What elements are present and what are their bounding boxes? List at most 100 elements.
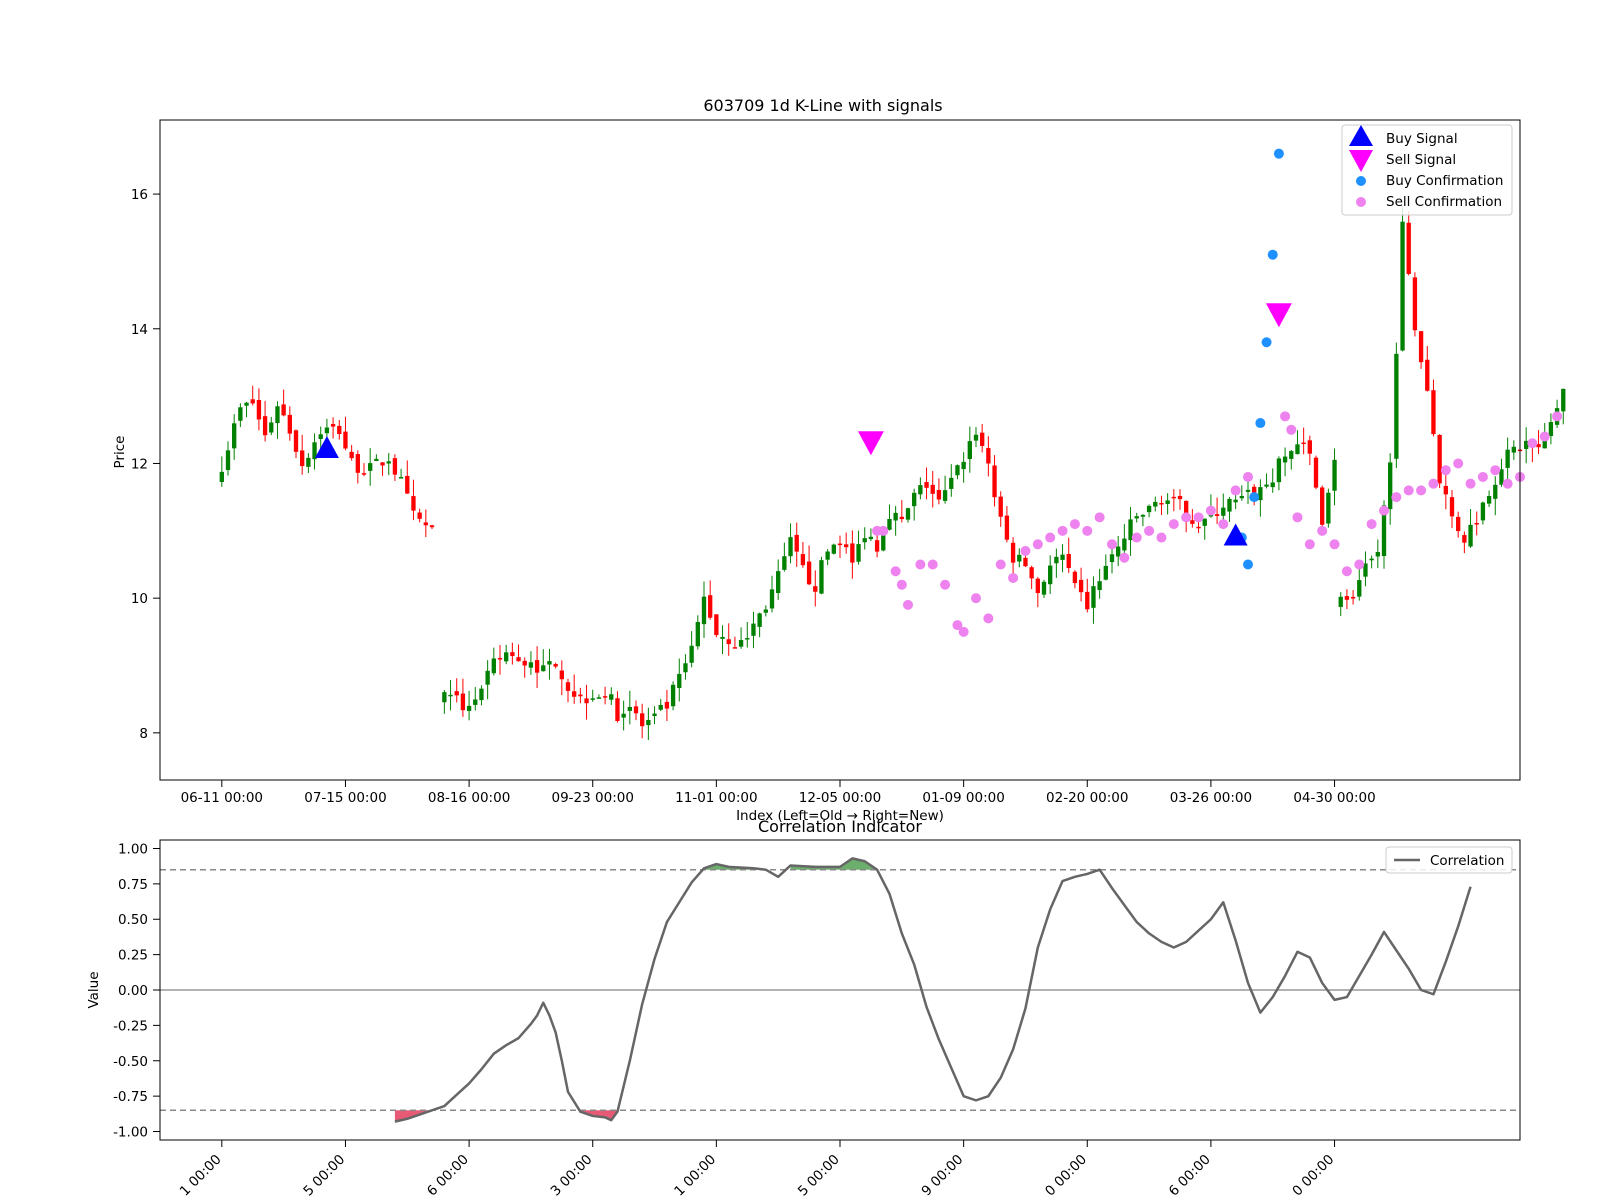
candle-body (1171, 496, 1176, 499)
correlation-x-tick-label: 0 00:00 (1042, 1152, 1090, 1200)
candle-body (992, 465, 997, 498)
candle-body (398, 477, 404, 479)
candle-body (429, 525, 435, 528)
sell-confirmation-point (1453, 458, 1464, 469)
candle-body (788, 537, 793, 557)
candle-body (1227, 498, 1232, 512)
kline-y-tick-label: 8 (139, 726, 148, 742)
sell-confirmation-point (896, 579, 907, 590)
candle-body (306, 457, 311, 467)
candle-body (757, 613, 762, 627)
candle-body (1431, 390, 1436, 435)
candle-body (1437, 434, 1442, 484)
kline-x-tick-label: 01-09 00:00 (922, 790, 1004, 806)
kline-title: 603709 1d K-Line with signals (703, 96, 942, 115)
candle-body (1462, 535, 1467, 543)
candle-body (1196, 526, 1201, 529)
legend-sell-confirmation: Sell Confirmation (1386, 194, 1502, 210)
candle-body (868, 536, 874, 540)
sell-confirmation-point (1329, 539, 1340, 550)
candle-body (1425, 359, 1430, 391)
candle-body (1561, 388, 1566, 412)
candle-body (1116, 546, 1121, 557)
kline-x-tick-label: 04-30 00:00 (1293, 790, 1375, 806)
candle-body (899, 516, 904, 520)
candle-body (776, 571, 781, 594)
candle-body (1505, 449, 1510, 468)
candle-body (1418, 331, 1424, 363)
candle-body (522, 660, 527, 666)
figure: 603709 1d K-Line with signals 810121416 … (86, 96, 1566, 1200)
candle-body (664, 701, 670, 709)
candle-body (670, 684, 676, 707)
candle-body (1456, 516, 1461, 532)
sell-confirmation-legend-icon (1356, 197, 1366, 207)
candle-body (225, 450, 231, 471)
sell-confirmation-point (1193, 512, 1204, 523)
candle-body (392, 458, 398, 475)
candle-body (646, 719, 651, 726)
candle-body (343, 431, 348, 449)
candle-body (485, 670, 490, 685)
candle-body (887, 519, 892, 530)
candle-body (782, 556, 787, 570)
kline-legend: Buy Signal Sell Signal Buy Confirmation … (1341, 124, 1513, 216)
candle-body (1332, 459, 1337, 491)
candle-body (349, 451, 354, 459)
candle-body (1443, 485, 1448, 495)
sell-confirmation-point (1416, 485, 1427, 496)
candle-body (1029, 567, 1034, 579)
candle-body (1202, 518, 1207, 526)
candle-body (300, 450, 305, 467)
candle-body (361, 473, 367, 475)
candle-body (1307, 440, 1312, 454)
sell-confirmation-point (1020, 546, 1031, 557)
candle-body (850, 543, 855, 563)
candle-body (1468, 524, 1473, 547)
sell-confirmation-point (1341, 566, 1352, 577)
legend-buy-confirmation: Buy Confirmation (1386, 173, 1503, 189)
candle-body (374, 458, 379, 461)
candle-body (1388, 462, 1393, 510)
kline-plot-area (160, 120, 1520, 780)
sell-confirmation-point (878, 525, 889, 536)
candle-body (677, 673, 682, 688)
sell-confirmation-point (1119, 552, 1130, 563)
candle-body (652, 713, 657, 717)
sell-confirmation-point (1008, 572, 1019, 583)
candle-body (1066, 554, 1071, 569)
legend-buy-signal: Buy Signal (1386, 131, 1458, 147)
candle-body (1023, 557, 1028, 567)
candle-body (769, 589, 775, 609)
candle-body (368, 463, 373, 471)
sell-confirmation-point (1292, 512, 1303, 523)
sell-confirmation-point (1094, 512, 1105, 523)
candle-body (293, 430, 299, 452)
candle-body (1072, 571, 1078, 584)
candle-body (386, 461, 391, 464)
candle-body (355, 454, 360, 473)
sell-confirmation-point (1280, 411, 1291, 422)
kline-x-tick-label: 11-01 00:00 (675, 790, 757, 806)
sell-confirmation-point (1168, 519, 1179, 530)
correlation-legend: Correlation (1385, 846, 1513, 874)
candle-body (819, 560, 824, 594)
candle-body (1122, 538, 1127, 551)
candle-body (1449, 497, 1455, 517)
candle-body (751, 623, 756, 636)
correlation-x-tick-label: 0 00:00 (1289, 1152, 1337, 1200)
candle-body (1109, 554, 1115, 563)
sell-confirmation-point (1477, 471, 1488, 482)
buy-confirmation-point (1249, 492, 1260, 503)
candle-body (1301, 442, 1306, 445)
candle-body (1239, 495, 1244, 499)
candle-body (1054, 556, 1059, 564)
kline-x-tick-label: 02-20 00:00 (1046, 790, 1128, 806)
candle-body (405, 475, 410, 494)
candle-body (1338, 596, 1343, 607)
candle-body (998, 496, 1003, 517)
candle-body (219, 471, 224, 482)
candle-body (337, 425, 342, 434)
sell-confirmation-point (1082, 525, 1093, 536)
sell-confirmation-point (1490, 465, 1501, 476)
